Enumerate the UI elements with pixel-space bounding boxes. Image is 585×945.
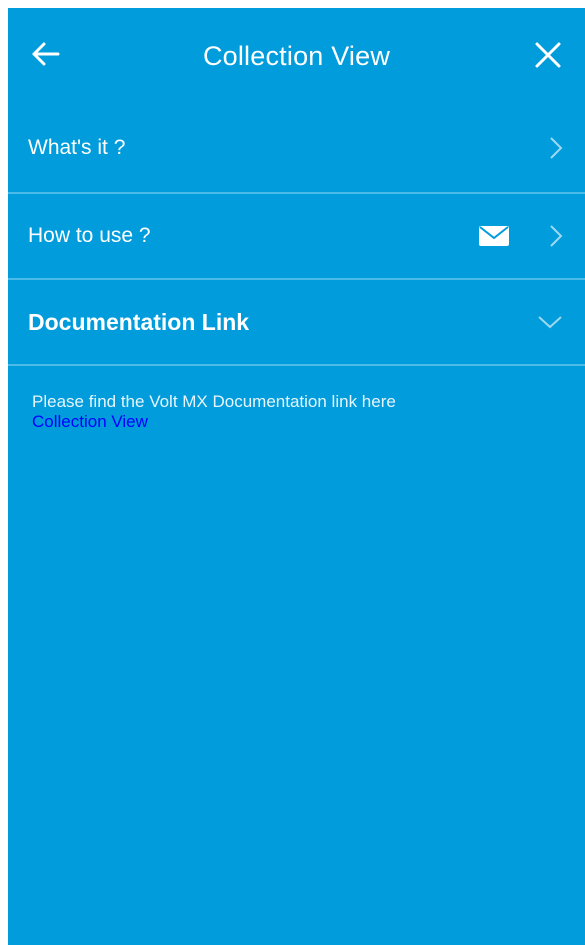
page-title: Collection View [202,40,391,71]
documentation-panel: Please find the Volt MX Documentation li… [8,366,585,458]
menu-item-how-to-use[interactable]: How to use ? [8,194,585,280]
header-bar: Collection View [8,8,585,104]
menu-item-documentation-link[interactable]: Documentation Link [8,280,585,366]
menu-item-label: Documentation Link [28,308,250,335]
documentation-link[interactable]: Collection View [32,412,561,432]
menu-item-label: What's it ? [28,136,126,159]
chevron-right-icon [550,137,563,159]
mail-icon[interactable] [479,226,509,246]
chevron-right-icon [550,225,563,247]
documentation-text: Please find the Volt MX Documentation li… [32,392,396,411]
close-icon[interactable] [533,40,563,70]
app-screen: Collection View What's it ? How to use ?… [8,8,585,945]
back-arrow-icon[interactable] [30,38,62,70]
chevron-down-icon [538,316,562,329]
menu-item-label: How to use ? [28,224,151,247]
menu-item-whats-it[interactable]: What's it ? [8,104,585,194]
